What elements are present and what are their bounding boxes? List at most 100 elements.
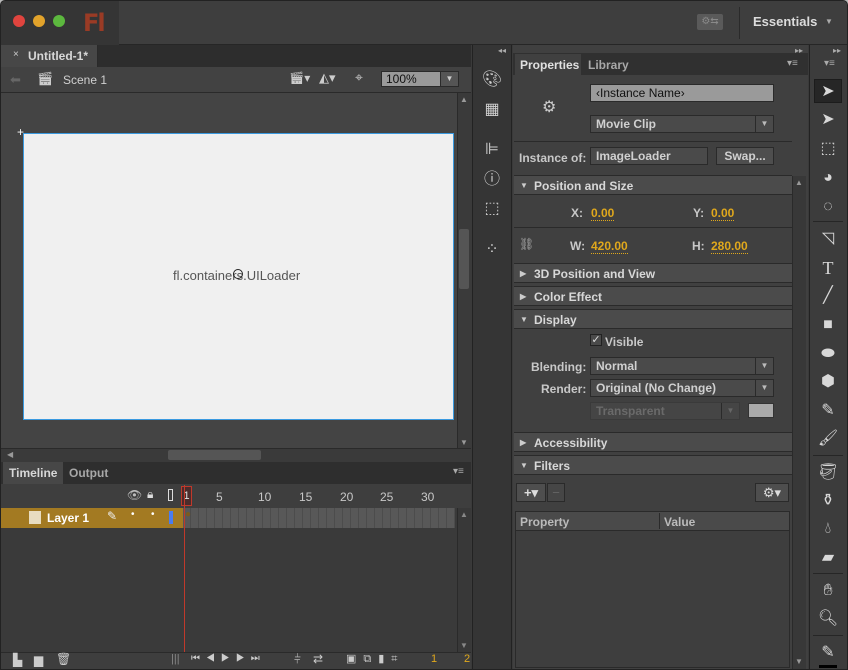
x-value[interactable]: 0.00 [591,206,615,221]
symbol-type-select[interactable]: Movie Clip ▼ [590,115,774,133]
swap-button[interactable]: Swap... [716,147,774,165]
scroll-down-icon[interactable]: ▼ [460,641,468,650]
horizontal-scroll-thumb[interactable] [168,450,261,460]
eraser-tool-icon[interactable]: ▰ [814,546,842,570]
blending-select[interactable]: Normal ▼ [590,357,774,375]
close-tab-icon[interactable]: × [13,49,19,60]
edit-symbols-icon[interactable]: ◭▾ [319,70,336,86]
hand-tool-icon[interactable]: ✋︎ [814,579,842,603]
h-value[interactable]: 280.00 [711,239,748,254]
selection-tool-icon[interactable]: ➤ [814,79,842,103]
resize-handle-icon[interactable]: ||| [171,653,180,665]
playback-controls[interactable]: ⏮◀▶▶⏭ [191,653,266,664]
playhead-frame[interactable]: 1 [181,486,192,506]
scroll-up-icon[interactable]: ▲ [460,95,468,104]
properties-scrollbar[interactable] [792,176,806,669]
onion-skin-options[interactable]: ▣⧉▮⌗ [346,652,405,666]
y-value[interactable]: 0.00 [711,206,735,221]
scroll-left-icon[interactable]: ◀ [7,450,13,459]
lasso-tool-icon[interactable]: ◌ [814,195,842,219]
collapse-panel-icon[interactable]: ▸▸ [795,46,803,55]
ink-bottle-tool-icon[interactable]: ⚱ [814,489,842,513]
add-filter-button[interactable]: +▾ [516,483,546,502]
layer-name[interactable]: Layer 1 [47,511,89,525]
line-tool-icon[interactable]: ╱ [814,284,842,308]
timeline-scrollbar[interactable] [457,508,471,652]
render-select[interactable]: Original (No Change) ▼ [590,379,774,397]
transform-point-icon[interactable] [233,269,243,279]
chevron-down-icon[interactable]: ▼ [825,17,833,26]
paint-bucket-tool-icon[interactable]: 🪣︎ [814,461,842,485]
scroll-up-icon[interactable]: ▲ [460,510,468,519]
lock-dot[interactable]: • [151,509,155,520]
eyedropper-tool-icon[interactable]: 💧︎ [814,517,842,541]
column-value[interactable]: Value [664,515,695,529]
color-palette-icon[interactable]: 🎨︎ [481,69,503,91]
tab-library[interactable]: Library [588,58,629,72]
current-frame-value[interactable]: 1 [431,653,437,665]
collapse-tools-icon[interactable]: ▸▸ [833,46,841,55]
section-accessibility[interactable]: ▶ Accessibility [514,432,792,452]
keyframe-dot[interactable]: ● [185,509,191,520]
free-transform-tool-icon[interactable]: ⬚ [814,137,842,161]
link-dimensions-icon[interactable]: ⛓︎ [519,237,534,251]
instance-name-input[interactable]: ‹Instance Name› [590,84,774,102]
transform-icon[interactable]: ⬚ [481,198,503,220]
close-window-button[interactable] [13,15,25,27]
swatches-icon[interactable]: ▦ [481,99,503,121]
w-value[interactable]: 420.00 [591,239,628,254]
frames-grid[interactable] [183,508,455,528]
visibility-dot[interactable]: • [131,509,135,520]
outline-icon[interactable] [168,489,173,501]
loop-icon[interactable]: ⫩ [294,652,301,667]
center-stage-icon[interactable]: ⌖ [355,69,363,86]
tab-output[interactable]: Output [63,462,114,484]
section-color-effect[interactable]: ▶ Color Effect [514,286,792,306]
pen-tool-icon[interactable]: ◹ [814,227,842,251]
back-arrow-icon[interactable]: ⬅ [10,72,21,88]
tab-timeline[interactable]: Timeline [3,462,64,484]
oval-tool-icon[interactable]: ⬬ [814,342,842,366]
section-display[interactable]: ▼ Display [514,309,792,329]
3d-rotation-tool-icon[interactable]: ◕ [814,166,842,190]
vertical-scroll-thumb[interactable] [459,229,469,289]
show-hide-eye-icon[interactable]: 👁︎ [127,488,142,502]
brush-tool-icon[interactable]: 🖌︎ [814,427,842,451]
panel-menu-icon[interactable]: ▾≡ [453,466,464,477]
column-property[interactable]: Property [520,515,569,529]
section-3d-position[interactable]: ▶ 3D Position and View [514,263,792,283]
zoom-window-button[interactable] [53,15,65,27]
pencil-tool-icon[interactable]: ✎ [814,399,842,423]
new-folder-icon[interactable]: ▆ [34,653,43,667]
components-icon[interactable]: ⁘ [481,239,503,261]
panel-menu-icon[interactable]: ▾≡ [787,58,798,69]
zoom-tool-icon[interactable]: 🔍︎ [814,607,842,631]
stroke-color-swatch[interactable] [819,665,837,668]
workspace-switcher[interactable]: Essentials [753,14,817,29]
section-filters[interactable]: ▼ Filters [514,455,792,475]
text-tool-icon[interactable]: T [814,256,842,280]
stroke-color-icon[interactable]: ✎ [814,641,842,665]
filter-options-gear-icon[interactable]: ⚙▾ [755,483,789,502]
minimize-window-button[interactable] [33,15,45,27]
zoom-dropdown-icon[interactable]: ▼ [440,71,459,87]
edit-scene-icon[interactable]: 🎬︎▾ [289,71,310,85]
scroll-up-icon[interactable]: ▲ [795,178,803,187]
onion-skin-icon[interactable]: ⇄ [313,652,323,666]
rectangle-tool-icon[interactable]: ■ [814,313,842,337]
scroll-down-icon[interactable]: ▼ [460,438,468,447]
expand-panels-icon[interactable]: ◂◂ [498,46,506,55]
scroll-down-icon[interactable]: ▼ [795,657,803,666]
fps-value[interactable]: 2 [464,653,470,665]
section-position-size[interactable]: ▼ Position and Size [514,175,792,195]
visible-checkbox[interactable]: ✓ [590,334,602,346]
delete-layer-icon[interactable]: 🗑︎ [56,652,71,666]
tab-properties[interactable]: Properties [515,54,581,75]
info-icon[interactable]: ⓘ [481,169,503,191]
filters-list[interactable] [515,531,790,668]
subselection-tool-icon[interactable]: ➤ [814,108,842,132]
tab-label[interactable]: Untitled-1* [28,49,88,63]
tools-menu-icon[interactable]: ▾≡ [824,58,835,69]
outline-color-swatch[interactable] [169,511,173,524]
new-layer-icon[interactable]: ▙ [13,653,22,667]
